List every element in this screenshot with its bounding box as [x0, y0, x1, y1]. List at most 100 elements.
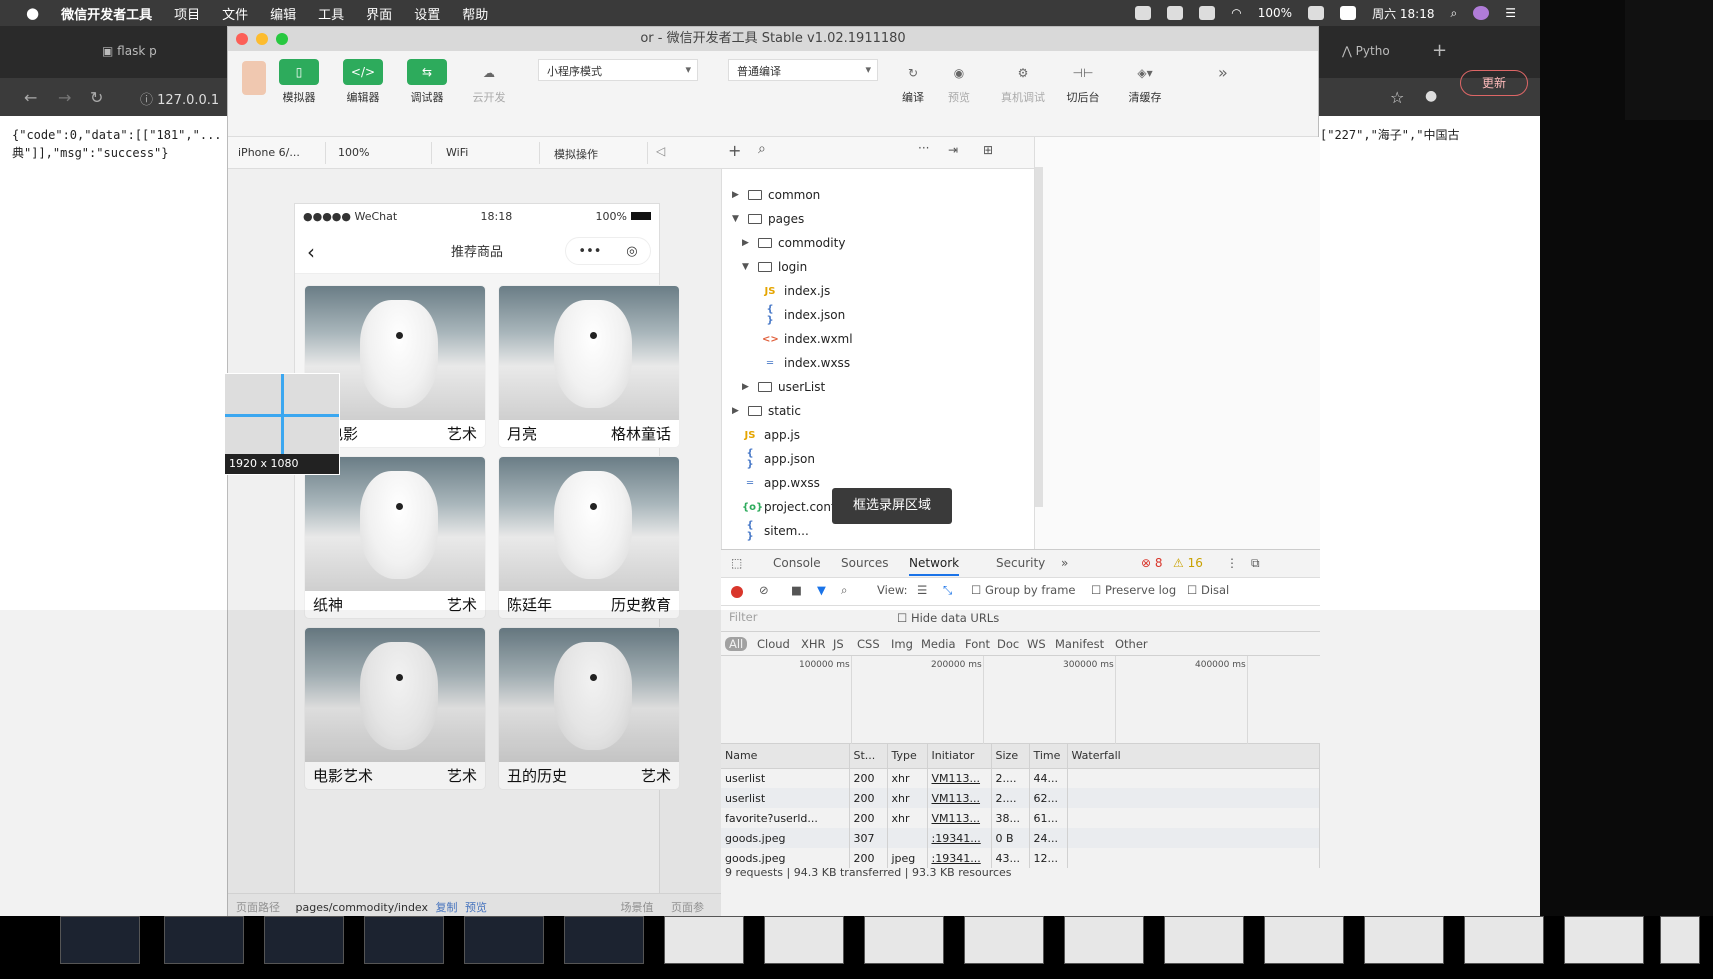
menu-item-project[interactable]: 项目 — [174, 4, 200, 23]
menu-item-file[interactable]: 文件 — [222, 4, 248, 23]
inspect-icon[interactable]: ⬚ — [731, 556, 742, 570]
collapse-icon[interactable]: ⇥ — [948, 143, 958, 157]
operation-select[interactable]: 模拟操作 — [548, 142, 648, 164]
more-files-icon[interactable]: ··· — [918, 141, 929, 155]
warning-count[interactable]: ⚠ 16 — [1173, 556, 1203, 570]
menu-item-edit[interactable]: 编辑 — [270, 4, 296, 23]
capsule-menu[interactable]: ••• ◎ — [565, 237, 651, 265]
thumbnail[interactable] — [364, 916, 444, 964]
product-card[interactable]: 纸神 艺术 — [305, 457, 485, 618]
thumbnail[interactable] — [464, 916, 544, 964]
more-tabs-icon[interactable]: » — [1061, 556, 1068, 570]
menu-item-view[interactable]: 界面 — [366, 4, 392, 23]
thumbnail[interactable] — [1364, 916, 1444, 964]
more-dots-icon[interactable]: ••• — [578, 244, 601, 259]
zoom-select[interactable]: 100% — [332, 142, 432, 164]
search-files-icon[interactable]: ⌕ — [758, 141, 766, 157]
debugger-button[interactable]: ⇆ 调试器 — [406, 59, 448, 105]
preview-button[interactable]: ◉ 预览 — [938, 59, 980, 105]
thumbnail[interactable] — [1064, 916, 1144, 964]
profile-icon[interactable]: ● — [1425, 88, 1437, 104]
large-rows-icon[interactable]: ☰ — [917, 583, 927, 597]
product-card[interactable]: 陈廷年 历史教育 — [499, 457, 679, 618]
tab-console[interactable]: Console — [773, 556, 821, 570]
close-window-button[interactable] — [236, 33, 248, 45]
tree-file-index-wxml[interactable]: <> index.wxml — [762, 329, 853, 349]
tree-file-index-wxss[interactable]: ═ index.wxss — [762, 353, 850, 373]
tab-sources[interactable]: Sources — [841, 556, 888, 570]
device-select[interactable]: iPhone 6/... — [232, 142, 326, 164]
thumbnail[interactable] — [564, 916, 644, 964]
tree-folder-static[interactable]: ▶ static — [732, 401, 801, 421]
mute-icon[interactable]: ◁ — [656, 144, 665, 158]
simulator-button[interactable]: ▯ 模拟器 — [278, 59, 320, 105]
status-app-icon[interactable] — [1135, 6, 1152, 20]
thumbnail[interactable] — [1464, 916, 1544, 964]
kebab-menu-icon[interactable]: ⋮ — [1226, 556, 1238, 570]
minimize-window-button[interactable] — [256, 33, 268, 45]
backend-button[interactable]: ⊣⊢ 切后台 — [1062, 59, 1104, 105]
compile-button[interactable]: ↻ 编译 — [892, 59, 934, 105]
update-button[interactable]: 更新 — [1460, 70, 1528, 96]
apple-icon[interactable]: ● — [26, 4, 39, 22]
filter-icon[interactable]: ▼ — [817, 583, 826, 597]
scrollbar[interactable] — [1035, 167, 1043, 507]
battery-icon[interactable] — [1308, 6, 1325, 20]
tree-folder-common[interactable]: ▶ common — [732, 185, 820, 205]
thumbnail[interactable] — [1164, 916, 1244, 964]
browser-tab-python[interactable]: ⋀ Pytho — [1330, 36, 1402, 68]
thumbnail[interactable] — [964, 916, 1044, 964]
notification-center-icon[interactable]: ☰ — [1505, 6, 1516, 20]
menu-item-settings[interactable]: 设置 — [414, 4, 440, 23]
search-network-icon[interactable]: ⌕ — [841, 583, 847, 598]
tab-network[interactable]: Network — [909, 556, 960, 576]
clear-cache-button[interactable]: ◈▾ 清缓存 — [1124, 59, 1166, 105]
wifi-icon[interactable]: ◠ — [1231, 6, 1241, 20]
capture-screenshot-icon[interactable]: ■ — [791, 583, 802, 597]
address-bar[interactable]: ⓘ 127.0.0.1 — [140, 89, 219, 108]
back-arrow-icon[interactable]: ‹ — [307, 240, 315, 264]
undock-icon[interactable]: ⧉ — [1251, 556, 1260, 571]
product-card[interactable]: 月亮 格林童话 — [499, 286, 679, 447]
tree-folder-userlist[interactable]: ▶ userList — [742, 377, 825, 397]
close-target-icon[interactable]: ◎ — [626, 244, 637, 259]
tree-folder-login[interactable]: ▼ login — [742, 257, 807, 277]
back-button[interactable]: ← — [24, 88, 37, 107]
new-tab-button[interactable]: + — [1420, 36, 1459, 68]
network-select[interactable]: WiFi — [440, 142, 540, 164]
disable-cache-checkbox[interactable]: ☐ Disal — [1187, 583, 1229, 597]
split-icon[interactable]: ⊞ — [983, 143, 993, 157]
tree-file-app-json[interactable]: { } app.json — [742, 448, 815, 470]
browser-tab-flask[interactable]: ▣ flask p — [90, 36, 169, 68]
thumbnail[interactable] — [264, 916, 344, 964]
tree-folder-pages[interactable]: ▼ pages — [732, 209, 804, 229]
tree-file-sitemap[interactable]: { } sitem... — [742, 520, 808, 542]
preserve-log-checkbox[interactable]: ☐ Preserve log — [1091, 583, 1176, 597]
thumbnail[interactable] — [164, 916, 244, 964]
volume-icon[interactable] — [1199, 6, 1216, 20]
thumbnail[interactable] — [1564, 916, 1644, 964]
menu-item-tools[interactable]: 工具 — [318, 4, 344, 23]
cloud-icon[interactable] — [1167, 6, 1184, 20]
waterfall-icon[interactable]: ⤡ — [943, 583, 952, 598]
thumbnail[interactable] — [1264, 916, 1344, 964]
more-icon[interactable]: » — [1218, 63, 1228, 82]
input-method-icon[interactable] — [1340, 6, 1357, 20]
error-count[interactable]: ⊗ 8 — [1141, 556, 1163, 570]
star-icon[interactable]: ☆ — [1390, 88, 1404, 107]
record-button[interactable] — [731, 586, 743, 601]
tree-file-app-wxss[interactable]: ═ app.wxss — [742, 473, 820, 493]
thumbnail[interactable] — [664, 916, 744, 964]
avatar[interactable] — [242, 61, 266, 95]
tree-folder-commodity[interactable]: ▶ commodity — [742, 233, 845, 253]
thumbnail[interactable] — [60, 916, 140, 964]
siri-icon[interactable] — [1473, 6, 1490, 20]
compile-mode-select[interactable]: 普通编译 — [728, 59, 878, 81]
capture-magnifier[interactable]: 1920 x 1080 — [224, 373, 340, 475]
thumbnail[interactable] — [764, 916, 844, 964]
tree-file-index-json[interactable]: { } index.json — [762, 304, 845, 326]
zoom-window-button[interactable] — [276, 33, 288, 45]
thumbnail[interactable] — [864, 916, 944, 964]
search-icon[interactable]: ⌕ — [1451, 6, 1458, 21]
add-file-icon[interactable]: + — [728, 141, 741, 160]
